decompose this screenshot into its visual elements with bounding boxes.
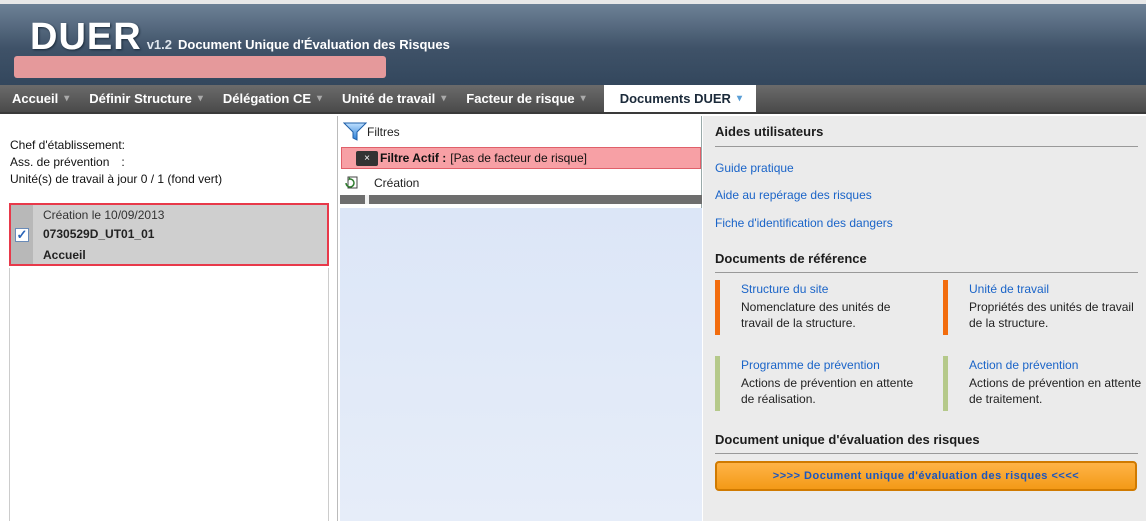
app-logo: DUER	[30, 16, 142, 58]
chef-label: Chef d'établissement:	[10, 138, 126, 152]
unit-code: 0730529D_UT01_01	[43, 227, 155, 241]
filter-active-label: Filtre Actif :	[380, 151, 447, 165]
link-aide-reperage[interactable]: Aide au repérage des risques	[715, 188, 872, 202]
aides-title: Aides utilisateurs	[715, 124, 824, 139]
user-info-bar	[14, 56, 386, 78]
nav-label: Accueil	[12, 91, 59, 106]
ref-unite-travail: Unité de travail Propriétés des unités d…	[943, 280, 1143, 335]
nav-label: Facteur de risque	[466, 91, 575, 106]
chevron-down-icon: ▾	[64, 93, 70, 104]
left-panel: Chef d'établissement: Ass. de prévention…	[0, 116, 338, 521]
ref-description: Nomenclature des unités de travail de la…	[741, 300, 891, 330]
ass-label: Ass. de prévention	[10, 155, 110, 169]
middle-panel: Filtres × Filtre Actif : [Pas de facteur…	[339, 116, 702, 521]
ref-color-bar	[943, 280, 948, 335]
nav-accueil[interactable]: Accueil ▾	[0, 85, 77, 112]
creation-label: Création	[374, 176, 420, 190]
unit-created-date: Création le 10/09/2013	[43, 208, 165, 222]
chevron-down-icon: ▾	[736, 93, 742, 104]
redacted-value	[124, 155, 265, 169]
brand: DUER v1.2 Document Unique d'Évaluation d…	[30, 16, 450, 59]
ref-title-link[interactable]: Action de prévention	[969, 358, 1078, 372]
establishment-info: Chef d'établissement: Ass. de prévention…	[10, 138, 266, 187]
work-unit-list-area	[9, 268, 329, 521]
app-version: v1.2	[146, 37, 172, 52]
filters-toggle[interactable]: Filtres	[343, 122, 400, 142]
strip-divider	[365, 195, 369, 204]
active-filter-bar: × Filtre Actif : [Pas de facteur de risq…	[341, 147, 701, 169]
ref-color-bar	[715, 280, 720, 335]
divider	[715, 146, 1138, 147]
duer-title: Document unique d'évaluation des risques	[715, 432, 980, 447]
nav-label: Délégation CE	[222, 91, 312, 106]
chef-row: Chef d'établissement:	[10, 138, 266, 153]
nav-documents-duer[interactable]: Documents DUER ▾	[603, 85, 756, 112]
ref-title-link[interactable]: Structure du site	[741, 282, 828, 296]
work-unit-card[interactable]: ✓ Création le 10/09/2013 0730529D_UT01_0…	[9, 203, 329, 266]
column-strip	[340, 195, 702, 204]
funnel-icon	[343, 122, 367, 141]
chevron-down-icon: ▾	[317, 93, 323, 104]
ref-description: Actions de prévention en attente de réal…	[741, 376, 914, 406]
unit-checkbox[interactable]: ✓	[15, 228, 29, 242]
ref-title-link[interactable]: Programme de prévention	[741, 358, 880, 372]
results-area	[340, 208, 702, 521]
link-guide-pratique[interactable]: Guide pratique	[715, 161, 794, 175]
ass-row: Ass. de prévention :	[10, 155, 265, 170]
chevron-down-icon: ▾	[441, 93, 447, 104]
units-status: Unité(s) de travail à jour 0 / 1 (fond v…	[10, 172, 223, 186]
nav-label: Définir Structure	[89, 91, 192, 106]
chevron-down-icon: ▾	[197, 93, 203, 104]
creation-header[interactable]: Création	[339, 173, 702, 193]
nav-facteur-de-risque[interactable]: Facteur de risque ▾	[454, 85, 593, 112]
ref-description: Propriétés des unités de travail de la s…	[969, 300, 1134, 330]
close-icon[interactable]: ×	[356, 150, 378, 166]
ref-structure-site: Structure du site Nomenclature des unité…	[715, 280, 915, 335]
chevron-down-icon: ▾	[580, 93, 586, 104]
nav-unite-de-travail[interactable]: Unité de travail ▾	[330, 85, 454, 112]
nav-definir-structure[interactable]: Définir Structure ▾	[77, 85, 211, 112]
redacted-value	[125, 138, 266, 152]
app-subtitle: Document Unique d'Évaluation des Risques	[178, 37, 450, 52]
divider	[715, 453, 1138, 454]
ref-color-bar	[943, 356, 948, 411]
nav-delegation-ce[interactable]: Délégation CE ▾	[211, 85, 330, 112]
link-fiche-identification[interactable]: Fiche d'identification des dangers	[715, 216, 893, 230]
unit-name: Accueil	[43, 248, 86, 262]
document-refresh-icon	[345, 176, 358, 189]
ref-action-prevention: Action de prévention Actions de préventi…	[943, 356, 1143, 411]
ref-description: Actions de prévention en attente de trai…	[969, 376, 1142, 406]
ref-programme-prevention: Programme de prévention Actions de préve…	[715, 356, 915, 411]
divider	[715, 272, 1138, 273]
right-panel: Aides utilisateurs Guide pratique Aide a…	[703, 116, 1146, 521]
filters-label: Filtres	[367, 125, 400, 139]
main-nav: Accueil ▾ Définir Structure ▾ Délégation C…	[0, 85, 1146, 114]
generate-duer-button[interactable]: >>>> Document unique d'évaluation des ri…	[715, 461, 1137, 491]
filter-active-value: [Pas de facteur de risque]	[450, 151, 587, 165]
app-header: DUER v1.2 Document Unique d'Évaluation d…	[0, 0, 1146, 85]
ref-color-bar	[715, 356, 720, 411]
ref-title-link[interactable]: Unité de travail	[969, 282, 1049, 296]
nav-label: Documents DUER	[619, 91, 731, 106]
refs-title: Documents de référence	[715, 251, 867, 266]
nav-label: Unité de travail	[342, 91, 436, 106]
